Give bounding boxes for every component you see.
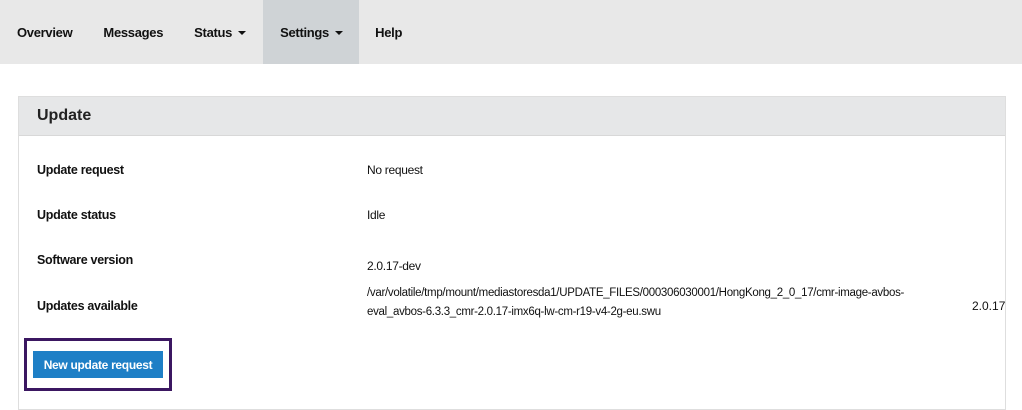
- nav-messages[interactable]: Messages: [82, 0, 177, 64]
- update-file-version: 2.0.17: [972, 299, 1006, 313]
- nav-status-label: Status: [194, 24, 233, 40]
- update-request-value: No request: [367, 163, 423, 177]
- nav-settings-dropdown[interactable]: Settings: [263, 0, 360, 64]
- update-status-label: Update status: [37, 208, 116, 222]
- new-update-request-button[interactable]: New update request: [33, 351, 163, 378]
- update-panel: Update Update request No request Update …: [18, 96, 1006, 410]
- nav-settings-label: Settings: [280, 24, 329, 40]
- software-version-label: Software version: [37, 253, 133, 267]
- update-file-path[interactable]: /var/volatile/tmp/mount/mediastoresda1/U…: [367, 284, 942, 322]
- caret-down-icon: [335, 30, 343, 35]
- update-status-value: Idle: [367, 208, 386, 222]
- software-version-value: 2.0.17-dev: [367, 259, 421, 273]
- panel-title: Update: [19, 97, 1005, 136]
- nav-status-dropdown[interactable]: Status: [177, 0, 263, 64]
- nav-help[interactable]: Help: [359, 0, 416, 64]
- caret-down-icon: [238, 30, 247, 35]
- nav-help-label: Help: [375, 24, 403, 40]
- button-highlight-frame: New update request: [24, 338, 172, 391]
- nav-overview-label: Overview: [17, 24, 73, 40]
- updates-available-label: Updates available: [37, 299, 138, 313]
- nav-messages-label: Messages: [103, 24, 164, 40]
- top-navbar: Overview Messages Status Settings Help: [0, 0, 1022, 64]
- update-request-label: Update request: [37, 163, 124, 177]
- nav-overview[interactable]: Overview: [0, 0, 82, 64]
